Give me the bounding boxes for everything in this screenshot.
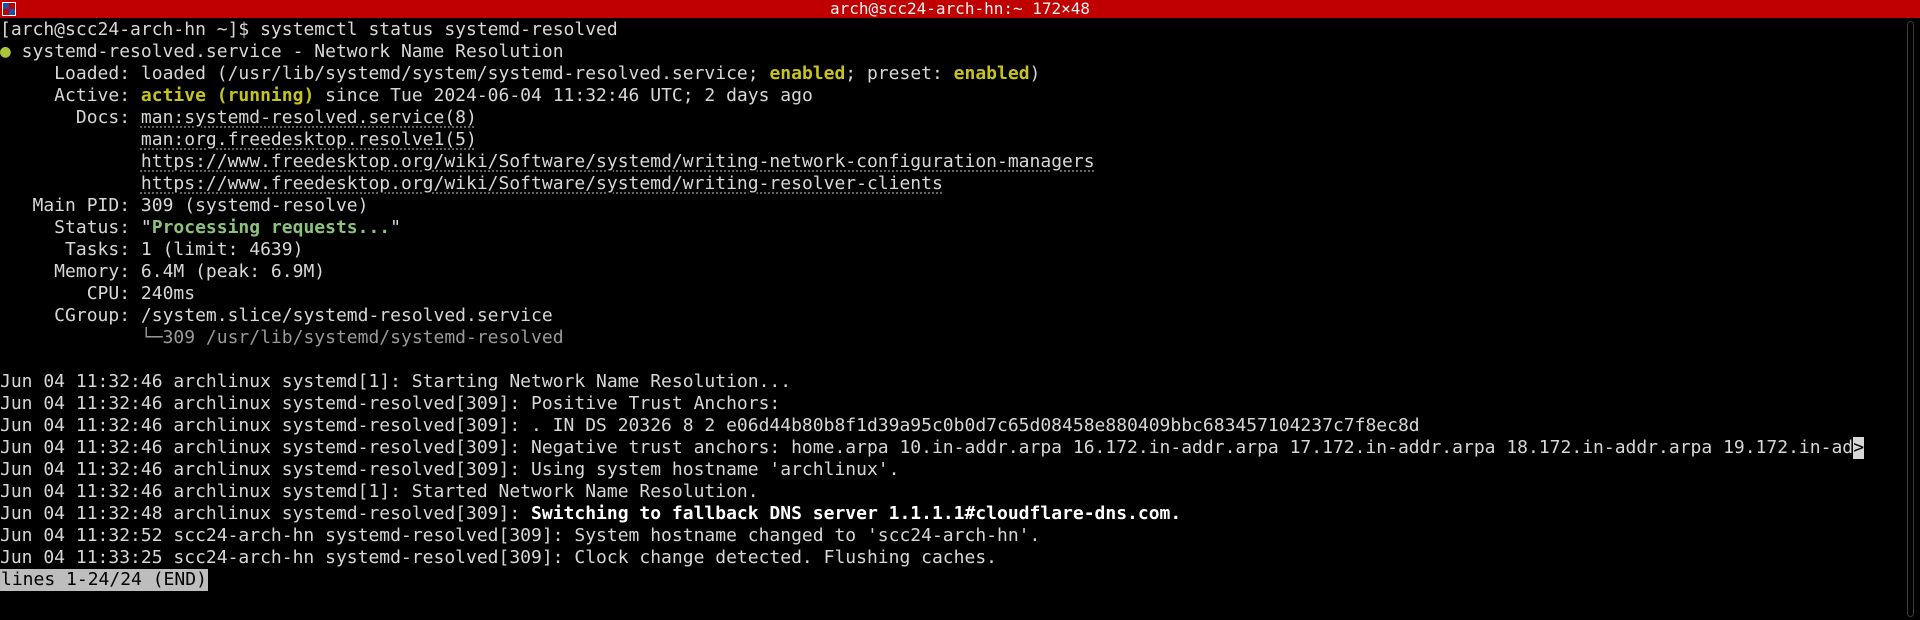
docs-indent [0,129,141,150]
loaded-enabled: enabled [769,63,846,84]
terminal-scrollbar[interactable] [1902,19,1920,620]
journal-line-highlight: Jun 04 11:32:48 archlinux systemd-resolv… [0,503,1900,525]
loaded-label: Loaded: [0,63,141,84]
status-close-quote: " [390,217,401,238]
cgroup-child-line: └─309 /usr/lib/systemd/systemd-resolved [0,327,1900,349]
journal-line: Jun 04 11:32:46 archlinux systemd-resolv… [0,415,1420,436]
memory-label: Memory: [0,261,141,282]
status-open-quote: " [140,217,152,238]
truncation-marker: > [1853,437,1865,459]
cpu-label: CPU: [0,283,141,304]
loaded-preset-label: ; preset: [845,63,954,84]
loaded-path: loaded (/usr/lib/systemd/system/systemd-… [140,63,770,84]
pager-line: lines 1-24/24 (END) [0,569,1900,591]
status-label: Status: [0,217,141,238]
status-dot-icon: ● [0,41,11,62]
loaded-close: ) [1029,63,1041,84]
docs-link[interactable]: man:systemd-resolved.service(8) [141,107,477,128]
tasks-label: Tasks: [0,239,141,260]
pager-status: lines 1-24/24 (END) [0,569,208,591]
terminal-output[interactable]: [arch@scc24-arch-hn ~]$ systemctl status… [0,19,1900,620]
journal-line: Jun 04 11:32:46 archlinux systemd-resolv… [0,393,781,414]
cgroup-child-process: └─309 /usr/lib/systemd/systemd-resolved [140,327,564,348]
memory-line: Memory: 6.4M (peak: 6.9M) [0,261,1900,283]
status-value: Processing requests... [151,217,391,238]
command-text: systemctl status systemd-resolved [260,19,618,40]
docs-link[interactable]: https://www.freedesktop.org/wiki/Softwar… [141,173,943,194]
docs-label: Docs: [0,107,141,128]
cgroup-label: CGroup: [0,305,141,326]
cpu-line: CPU: 240ms [0,283,1900,305]
prompt-line: [arch@scc24-arch-hn ~]$ systemctl status… [0,19,1900,41]
window-titlebar[interactable]: arch@scc24-arch-hn:~ 172×48 [0,0,1920,18]
cgroup-child-indent [0,327,141,348]
window-title: arch@scc24-arch-hn:~ 172×48 [829,0,1091,18]
journal-line: Jun 04 11:32:52 scc24-arch-hn systemd-re… [0,525,1041,546]
scrollbar-track[interactable] [1907,21,1914,617]
tasks-line: Tasks: 1 (limit: 4639) [0,239,1900,261]
docs-indent [0,151,141,172]
journal-line-prefix: Jun 04 11:32:48 archlinux systemd-resolv… [0,503,532,524]
journal-bold-message: Switching to fallback DNS server 1.1.1.1… [531,503,1182,524]
main-pid-line: Main PID: 309 (systemd-resolve) [0,195,1900,217]
cgroup-value: /system.slice/systemd-resolved.service [140,305,553,326]
loaded-preset: enabled [953,63,1030,84]
main-pid-value: 309 (systemd-resolve) [140,195,369,216]
docs-link[interactable]: https://www.freedesktop.org/wiki/Softwar… [141,151,1095,172]
service-header-line: ● systemd-resolved.service - Network Nam… [0,41,1900,63]
journal-line: Jun 04 11:32:46 archlinux systemd[1]: St… [0,371,792,392]
docs-line: man:org.freedesktop.resolve1(5) [0,129,1900,151]
cgroup-line: CGroup: /system.slice/systemd-resolved.s… [0,305,1900,327]
journal-line: Jun 04 11:32:46 archlinux systemd-resolv… [0,459,900,480]
docs-line: Docs: man:systemd-resolved.service(8) [0,107,1900,129]
main-pid-label: Main PID: [0,195,141,216]
journal-line: Jun 04 11:32:46 archlinux systemd[1]: St… [0,481,759,502]
cpu-value: 240ms [140,283,196,304]
journal-line: Jun 04 11:33:25 scc24-arch-hn systemd-re… [0,547,997,568]
status-line: Status: "Processing requests..." [0,217,1900,239]
active-since: since Tue 2024-06-04 11:32:46 UTC; 2 day… [314,85,813,106]
journal-line-text: Jun 04 11:32:46 archlinux systemd-resolv… [0,437,1854,458]
active-label: Active: [0,85,141,106]
memory-value: 6.4M (peak: 6.9M) [140,261,326,282]
docs-indent [0,173,141,194]
active-line: Active: active (running) since Tue 2024-… [0,85,1900,107]
docs-line: https://www.freedesktop.org/wiki/Softwar… [0,151,1900,173]
docs-link[interactable]: man:org.freedesktop.resolve1(5) [141,129,477,150]
docs-line: https://www.freedesktop.org/wiki/Softwar… [0,173,1900,195]
loaded-line: Loaded: loaded (/usr/lib/systemd/system/… [0,63,1900,85]
journal-line-truncated: Jun 04 11:32:46 archlinux systemd-resolv… [0,437,1900,459]
shell-prompt: [arch@scc24-arch-hn ~]$ [0,19,261,40]
tasks-value: 1 (limit: 4639) [140,239,304,260]
active-state: active (running) [140,85,315,106]
service-header: systemd-resolved.service - Network Name … [10,41,564,62]
